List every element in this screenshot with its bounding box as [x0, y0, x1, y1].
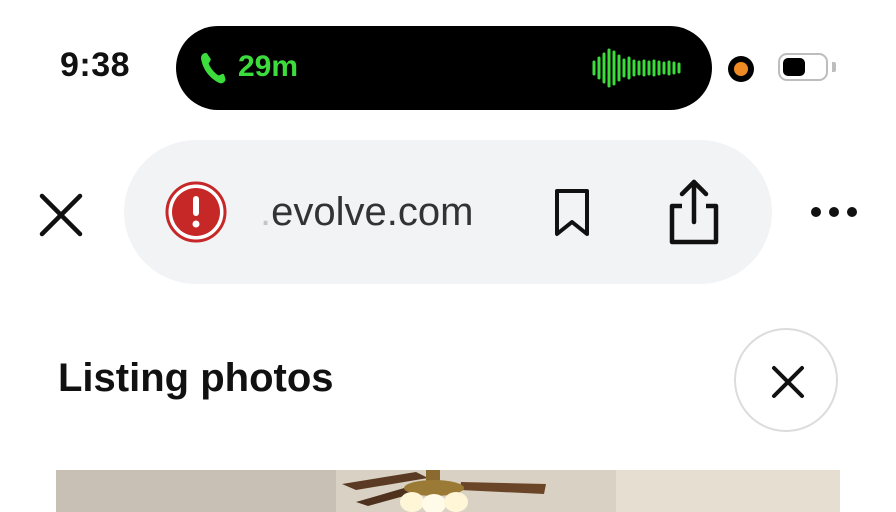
url-prefix: .	[260, 190, 272, 234]
close-icon[interactable]	[36, 190, 86, 240]
url-text[interactable]: .evolve.com	[260, 190, 473, 235]
warning-icon[interactable]	[164, 180, 228, 244]
microphone-indicator	[728, 56, 754, 82]
ceiling-fan-image	[56, 470, 840, 512]
battery-level	[783, 58, 805, 76]
bookmark-icon[interactable]	[552, 188, 592, 238]
call-duration: 29m	[238, 50, 299, 83]
more-icon[interactable]	[808, 202, 860, 222]
url-domain: evolve.com	[271, 190, 474, 234]
phone-icon	[201, 53, 226, 84]
battery-cap	[832, 62, 836, 72]
listing-photo[interactable]	[56, 470, 840, 512]
share-icon[interactable]	[664, 178, 724, 246]
status-time: 9:38	[60, 46, 131, 84]
page-title: Listing photos	[58, 356, 334, 400]
close-photos-button[interactable]	[734, 328, 838, 432]
battery-icon	[778, 53, 828, 81]
dynamic-island-call[interactable]: 29m	[176, 26, 712, 110]
audio-waveform-icon	[592, 48, 681, 88]
close-icon	[772, 366, 804, 398]
url-bar[interactable]: .evolve.com	[124, 140, 772, 284]
